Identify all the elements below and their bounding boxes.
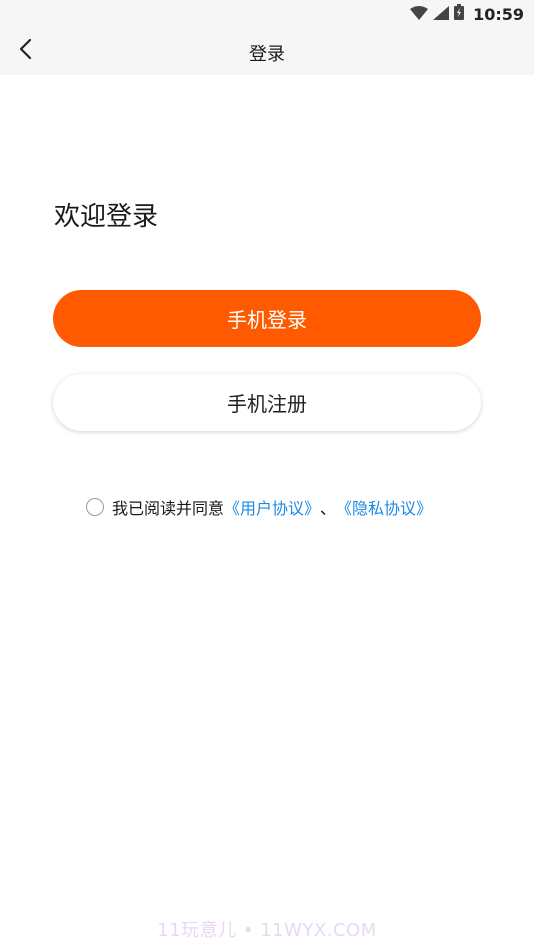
welcome-heading: 欢迎登录 xyxy=(54,202,159,232)
agreement-row: 我已阅读并同意 《用户协议》 、 《隐私协议》 xyxy=(86,494,432,520)
wifi-icon xyxy=(410,5,429,24)
battery-icon xyxy=(454,4,465,24)
user-agreement-link[interactable]: 《用户协议》 xyxy=(224,495,320,519)
signal-icon xyxy=(433,5,450,24)
phone-login-label: 手机登录 xyxy=(227,308,307,332)
phone-register-button[interactable]: 手机注册 xyxy=(53,374,481,431)
status-icons: 10:59 xyxy=(410,3,524,25)
login-screen: 10:59 登录 欢迎登录 手机登录 手机注册 我已阅读并同意 《用户协议》 、… xyxy=(0,0,534,950)
agreement-prefix: 我已阅读并同意 xyxy=(112,499,225,518)
page-title: 登录 xyxy=(249,44,285,65)
privacy-policy-link[interactable]: 《隐私协议》 xyxy=(336,495,432,519)
phone-login-button[interactable]: 手机登录 xyxy=(53,290,481,347)
nav-bar: 登录 xyxy=(0,28,534,75)
agreement-separator: 、 xyxy=(320,499,337,518)
watermark: 11玩意儿 • 11WYX.COM xyxy=(157,920,377,941)
status-bar: 10:59 xyxy=(0,0,534,28)
phone-register-label: 手机注册 xyxy=(227,392,307,416)
agreement-checkbox[interactable] xyxy=(86,498,104,516)
status-time: 10:59 xyxy=(473,4,524,24)
